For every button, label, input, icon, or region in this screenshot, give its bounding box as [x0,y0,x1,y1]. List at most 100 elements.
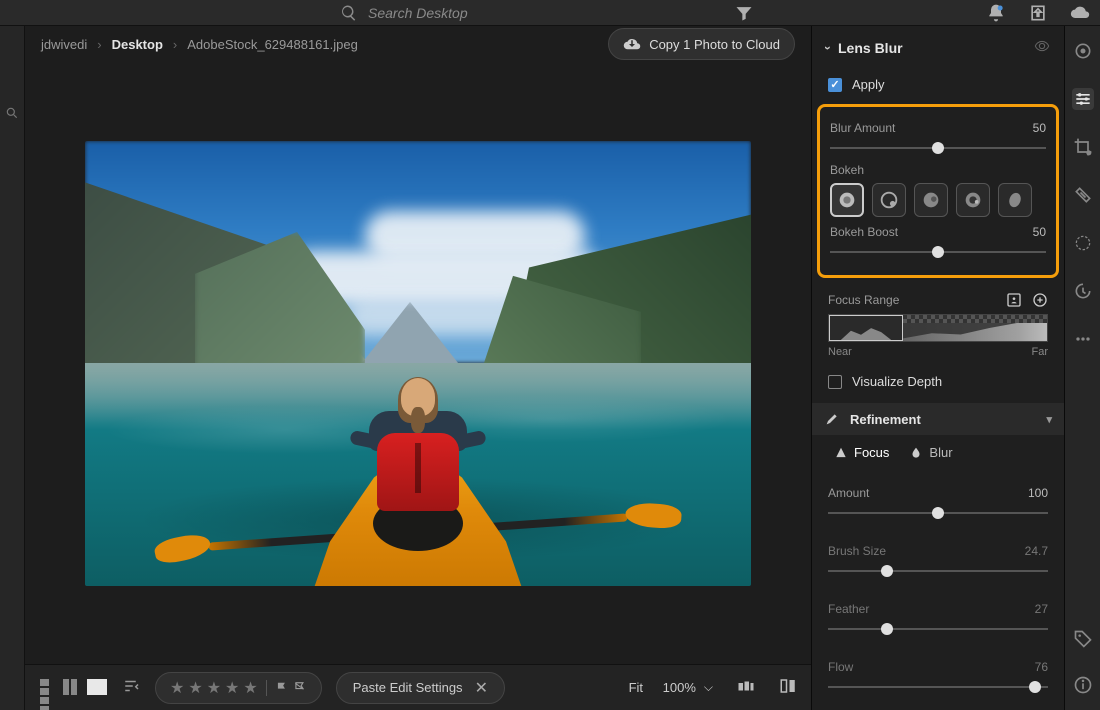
single-view-button[interactable] [87,679,109,695]
grid-view-button[interactable] [39,679,61,697]
paste-settings-button[interactable]: Paste Edit Settings ✕ [336,672,505,704]
apply-checkbox[interactable] [828,78,842,92]
star-1[interactable]: ★ [170,678,184,698]
bokeh-bubble[interactable] [872,183,906,217]
canvas[interactable] [25,62,811,664]
brush-size-value[interactable]: 24.7 [1025,544,1048,558]
tag-tab[interactable] [1072,628,1094,650]
near-label: Near [828,346,852,358]
search-placeholder: Search Desktop [368,5,468,21]
sort-icon [123,677,141,695]
flow-label: Flow [828,660,853,674]
copy-to-cloud-button[interactable]: Copy 1 Photo to Cloud [608,28,795,60]
photo-preview [85,141,751,586]
info-tab[interactable] [1072,674,1094,696]
focus-tool-label: Focus [854,445,889,460]
sort-button[interactable] [123,677,141,698]
blur-amount-value[interactable]: 50 [1033,121,1046,135]
star-4[interactable]: ★ [225,678,239,698]
amount-label: Amount [828,486,869,500]
blur-amount-row: Blur Amount 50 [830,121,1046,155]
focus-tool[interactable]: Focus [834,445,889,460]
close-icon[interactable]: ✕ [475,678,488,698]
before-after-icon [779,677,797,695]
bokeh-cat[interactable] [998,183,1032,217]
mask-tab[interactable] [1072,232,1094,254]
more-tab[interactable] [1072,328,1094,350]
amount-slider[interactable] [828,506,1048,520]
visualize-depth-label: Visualize Depth [852,374,942,389]
before-after-button[interactable] [779,677,797,698]
search-box[interactable]: Search Desktop [340,4,468,22]
depth-histogram[interactable] [828,314,1048,342]
visualize-depth-row: Visualize Depth [812,366,1064,397]
visualize-depth-checkbox[interactable] [828,375,842,389]
feather-label: Feather [828,602,869,616]
star-2[interactable]: ★ [188,678,202,698]
chevron-down-icon: ⌵ [704,680,713,695]
panel-title: Lens Blur [838,40,903,56]
feather-slider[interactable] [828,622,1048,636]
flow-slider[interactable] [828,680,1048,694]
center-column: jdwivedi › Desktop › AdobeStock_62948816… [25,26,811,710]
brush-size-label: Brush Size [828,544,886,558]
breadcrumb: jdwivedi › Desktop › AdobeStock_62948816… [25,26,811,62]
compare-view-button[interactable] [63,679,85,695]
chevron-down-icon: › [821,46,835,50]
apply-label: Apply [852,77,885,92]
blur-amount-label: Blur Amount [830,121,895,135]
focus-tool-icon [834,446,848,460]
blur-amount-slider[interactable] [830,141,1046,155]
zoom-control[interactable]: Fit 100% ⌵ [629,680,713,695]
bokeh-boost-slider[interactable] [830,245,1046,259]
flow-value[interactable]: 76 [1035,660,1048,674]
bokeh-boost-value[interactable]: 50 [1033,225,1046,239]
flag-pick-icon[interactable] [275,681,289,695]
bokeh-circle[interactable] [830,183,864,217]
feather-value[interactable]: 27 [1035,602,1048,616]
filmstrip-button[interactable] [737,677,755,698]
crumb-user[interactable]: jdwivedi [41,37,87,52]
refinement-header[interactable]: Refinement ▾ [812,403,1064,435]
bottom-toolbar: ★ ★ ★ ★ ★ Paste Edit Settings ✕ Fit 100%… [25,664,811,710]
far-label: Far [1032,346,1049,358]
brush-size-row: Brush Size 24.7 [812,536,1064,586]
cloud-icon[interactable] [1070,3,1090,23]
star-5[interactable]: ★ [243,678,257,698]
share-icon[interactable] [1028,3,1048,23]
filter-icon[interactable] [734,3,754,23]
subject-select-icon[interactable] [1006,292,1022,308]
history-tab[interactable] [1072,280,1094,302]
right-rail [1064,26,1100,710]
focus-range-label: Focus Range [828,293,899,307]
bell-icon[interactable] [986,3,1006,23]
bokeh-boost-row: Bokeh Boost 50 [830,225,1046,259]
left-rail [0,26,25,710]
crop-tab[interactable] [1072,136,1094,158]
blur-tool-label: Blur [929,445,952,460]
caret-icon: ▾ [1046,413,1052,426]
bokeh-options [830,183,1046,217]
zoom-rail-icon[interactable] [5,106,19,120]
main-area: jdwivedi › Desktop › AdobeStock_62948816… [0,26,1100,710]
refinement-label: Refinement [850,412,921,427]
bokeh-ring[interactable] [956,183,990,217]
visibility-toggle[interactable] [1034,38,1050,57]
filmstrip-icon [737,677,755,695]
lens-blur-header[interactable]: › Lens Blur [812,26,1064,69]
rating-toolbar: ★ ★ ★ ★ ★ [155,672,322,704]
bokeh-blade5[interactable] [914,183,948,217]
healing-tab[interactable] [1072,184,1094,206]
fit-label: Fit [629,680,643,695]
blur-tool[interactable]: Blur [909,445,952,460]
sliders-tab[interactable] [1072,88,1094,110]
add-icon[interactable] [1032,292,1048,308]
edit-tab[interactable] [1072,40,1094,62]
crumb-folder[interactable]: Desktop [112,37,163,52]
brush-size-slider[interactable] [828,564,1048,578]
copy-to-cloud-label: Copy 1 Photo to Cloud [649,37,780,52]
flag-reject-icon[interactable] [293,681,307,695]
cloud-upload-icon [623,35,641,53]
star-3[interactable]: ★ [207,678,221,698]
amount-value[interactable]: 100 [1028,486,1048,500]
